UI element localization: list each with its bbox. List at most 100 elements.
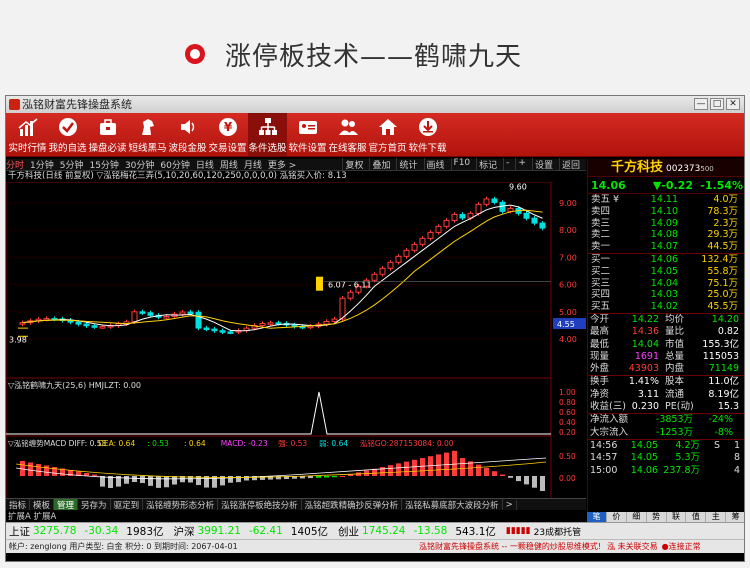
stock-header: 千方科技 002373500 — [588, 159, 744, 177]
maximize-button[interactable]: □ — [710, 98, 724, 110]
indicator-tab[interactable]: 另存为 — [78, 499, 111, 510]
indicator-tab[interactable]: 泓铭缠势形态分析 — [143, 499, 219, 510]
indicator-tab[interactable]: 泓铭私募底部大波段分析 — [402, 499, 503, 510]
indicator-tab[interactable]: 模板 — [30, 499, 55, 510]
quote-panel-tab[interactable]: 联 — [667, 512, 687, 522]
bid-row: 买二 14.05 55.8万 — [588, 266, 744, 278]
macd-info-part: 泓铭GO:287153084: 0.00 — [360, 438, 454, 448]
toolbar-yen-coin-button[interactable]: ¥ 交易设置 — [208, 113, 247, 156]
sz-index-label[interactable]: 沪深 — [174, 524, 195, 539]
chart-tool-button[interactable]: 统计 — [396, 158, 419, 171]
cy-index-label[interactable]: 创业 — [338, 524, 359, 539]
quote-panel-tab[interactable]: 值 — [686, 512, 707, 522]
close-button[interactable]: ✕ — [726, 98, 740, 110]
period-tab[interactable]: 周线 — [220, 158, 238, 171]
macd-histogram-bar — [524, 476, 529, 485]
indicator-tab[interactable]: 泓铭超跌精确抄反弹分析 — [302, 499, 403, 510]
toolbar-download-button[interactable]: 软件下载 — [408, 113, 447, 156]
bid-volume: 75.1万 — [707, 277, 738, 289]
indicator-tab[interactable]: 泓铭涨停板绝技分析 — [218, 499, 302, 510]
candle-body — [323, 320, 330, 325]
macd-info-part: 强: 0.53 — [278, 439, 307, 448]
candle-body — [379, 267, 386, 275]
y-tick-label: 6.00 — [559, 281, 577, 290]
buy-marker — [316, 276, 323, 291]
custody-label[interactable]: 23成都托管 — [534, 525, 581, 538]
indicator-tab[interactable]: 管理 — [54, 499, 79, 510]
period-tab[interactable]: 分时 — [6, 158, 24, 171]
chart-tool-button[interactable]: - — [503, 158, 511, 171]
quote-panel-tab[interactable]: 价 — [607, 512, 627, 522]
period-tab[interactable]: 1分钟 — [30, 158, 54, 171]
toolbar-briefcase-button[interactable]: 操盘必读 — [88, 113, 127, 156]
quote-panel-tab[interactable]: 细 — [627, 512, 647, 522]
toolbar-id-card-button[interactable]: 软件设置 — [288, 113, 327, 156]
period-tab[interactable]: 更多 > — [268, 158, 296, 171]
period-tab[interactable]: 30分钟 — [125, 158, 154, 171]
quote-panel-tab[interactable]: 势 — [647, 512, 667, 522]
period-tab[interactable]: 日线 — [196, 158, 214, 171]
toolbar-hierarchy-button[interactable]: 条件选股 — [248, 113, 287, 156]
macd-histogram-bar — [476, 464, 481, 476]
chart-tool-button[interactable]: 返回 — [558, 158, 582, 171]
stat-row: 最低 14.04 市值 155.3亿 — [588, 339, 744, 351]
chart-tool-button[interactable]: + — [515, 158, 528, 171]
toolbar-users-button[interactable]: 在线客服 — [328, 113, 367, 156]
extension-tabs[interactable]: 扩展A 扩展A — [6, 510, 586, 522]
toolbar-checkmark-circle-button[interactable]: 我的自选 — [48, 113, 87, 156]
yen-coin-icon: ¥ — [217, 116, 239, 138]
period-tab[interactable]: 15分钟 — [89, 158, 118, 171]
chart-tool-button[interactable]: 画线 — [423, 158, 447, 171]
banner-title: 涨停板技术——鹤啸九天 — [225, 42, 523, 72]
macd-histogram-bar — [540, 476, 545, 491]
toolbar-speaker-button[interactable]: 波段金股 — [168, 113, 207, 156]
kline-chart[interactable]: 9.00 8.00 7.00 6.00 5.00 4.00 9.60 3.98 6.07 - 6… — [6, 182, 586, 502]
stat-row: 净资 3.11 流通 8.19亿 — [588, 389, 744, 401]
y-tick-label: 0.40 — [559, 418, 576, 427]
chart-tool-button[interactable]: 复权 — [342, 158, 365, 171]
sh-index-label[interactable]: 上证 — [9, 524, 30, 539]
quote-panel-tab[interactable]: 筹 — [726, 512, 744, 522]
chart-tool-button[interactable]: 设置 — [531, 158, 555, 171]
tick-flag: S — [713, 439, 720, 451]
candle-body — [219, 330, 226, 333]
tick-price: 14.05 — [630, 452, 658, 464]
tick-price: 14.06 — [630, 464, 658, 476]
y-tick-label: 5.00 — [559, 308, 577, 317]
candle-body — [163, 316, 170, 319]
stat-value: 0.82 — [717, 326, 739, 338]
candle-body — [83, 323, 90, 327]
candle-body — [531, 217, 538, 224]
download-icon — [417, 116, 439, 138]
y-tick-label: 7.00 — [559, 253, 577, 262]
flow-row: 大宗流入 -1253万 -8% — [588, 427, 744, 439]
stat-label: 均价 — [665, 313, 685, 325]
toolbar-bar-chart-button[interactable]: 实时行情 — [8, 113, 47, 156]
indicator-tab[interactable]: 驱定到 — [111, 499, 144, 510]
period-tab[interactable]: 月线 — [244, 158, 262, 171]
macd-histogram-bar — [228, 476, 233, 483]
trade-link[interactable]: 泓 未关联交易 — [607, 541, 658, 552]
id-card-icon — [297, 116, 319, 138]
toolbar-home-button[interactable]: 官方首页 — [368, 113, 407, 156]
stat-label: 股本 — [665, 376, 685, 388]
users-icon — [337, 116, 359, 138]
chart-tool-button[interactable]: F10 — [450, 158, 473, 171]
stat-value: 15.3 — [717, 401, 739, 413]
toolbar-horse-button[interactable]: 短线黑马 — [128, 113, 167, 156]
chart-tool-button[interactable]: 标记 — [476, 158, 499, 171]
stat-label: 量比 — [665, 326, 685, 338]
hmjlzt-signal-line — [6, 391, 551, 435]
period-tab[interactable]: 5分钟 — [60, 158, 84, 171]
indicator-tab[interactable]: 指标 — [6, 499, 31, 510]
quote-panel-tab[interactable]: 主 — [706, 512, 727, 522]
ask-price: 14.11 — [650, 194, 678, 205]
stat-label: 现量 — [590, 350, 610, 362]
minimize-button[interactable]: — — [694, 98, 708, 110]
period-tab[interactable]: 60分钟 — [160, 158, 189, 171]
chart-tool-button[interactable]: 叠加 — [369, 158, 392, 171]
macd-histogram-bar — [148, 476, 153, 486]
indicator-tab[interactable]: > — [503, 499, 517, 510]
chart-area[interactable]: 分时 1分钟 5分钟 15分钟 30分钟 60分钟 日线 周线 月线 更多 > 复权 叠加 统计 画线 F1… — [6, 158, 586, 502]
quote-panel-tab[interactable]: 笔 — [587, 512, 607, 522]
